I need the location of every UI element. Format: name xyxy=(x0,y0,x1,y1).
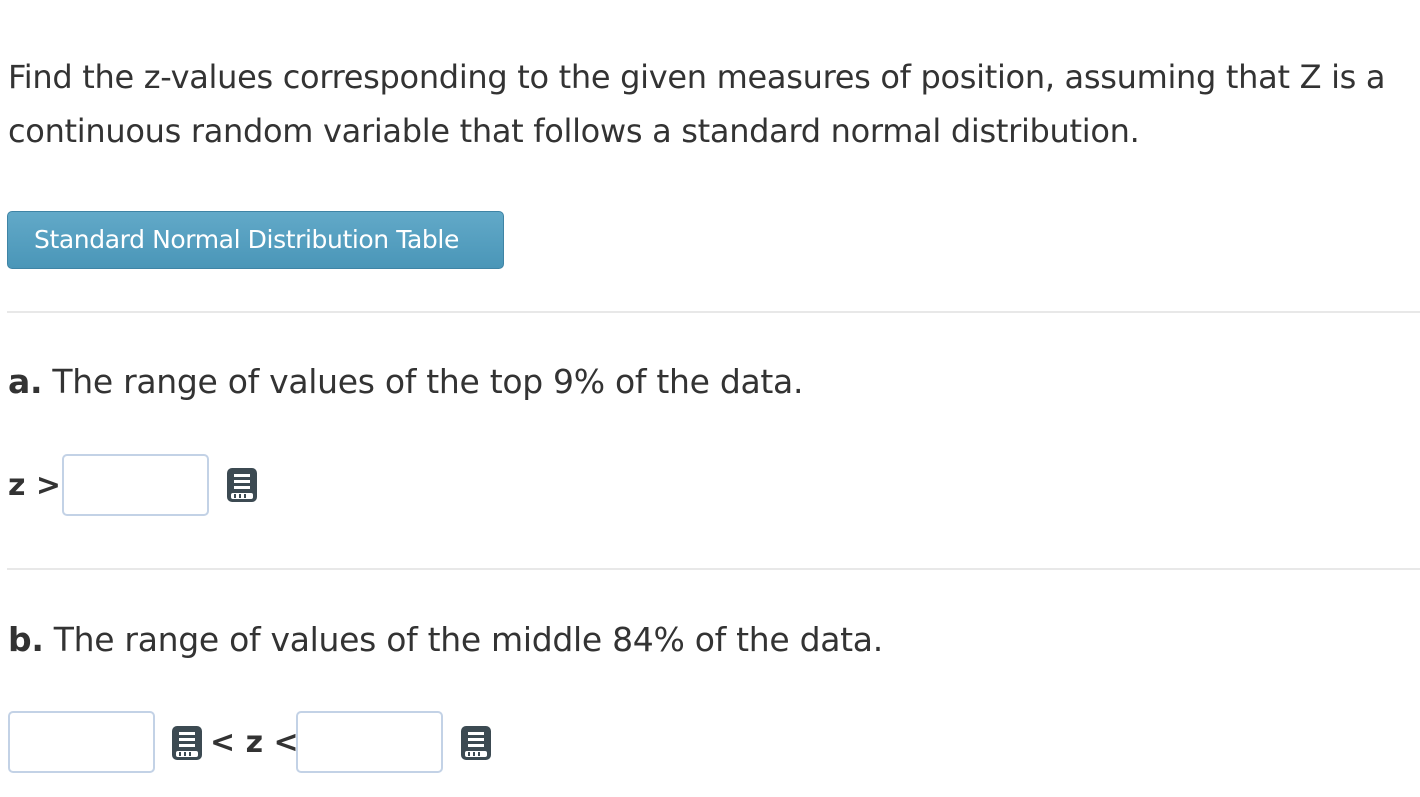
part-b-question: b. The range of values of the middle 84%… xyxy=(8,620,883,660)
question-page: Find the z-values corresponding to the g… xyxy=(0,0,1420,797)
calculator-book-icon[interactable] xyxy=(460,725,492,761)
part-a-answer-input[interactable] xyxy=(62,454,209,516)
part-a-question: a. The range of values of the top 9% of … xyxy=(8,362,803,402)
part-b-lower-input[interactable] xyxy=(8,711,155,773)
part-a-text: The range of values of the top 9% of the… xyxy=(52,362,804,401)
standard-normal-table-button[interactable]: Standard Normal Distribution Table xyxy=(7,211,504,269)
divider xyxy=(7,311,1420,313)
divider xyxy=(7,568,1420,570)
part-a-prefix: a. xyxy=(8,362,43,401)
calculator-book-icon[interactable] xyxy=(226,467,258,503)
question-instructions: Find the z-values corresponding to the g… xyxy=(8,58,1386,150)
calculator-book-icon[interactable] xyxy=(171,725,203,761)
part-a-z-label: z > xyxy=(8,468,62,503)
part-b-upper-input[interactable] xyxy=(296,711,443,773)
part-b-text: The range of values of the middle 84% of… xyxy=(53,620,883,659)
part-b-prefix: b. xyxy=(8,620,44,659)
part-b-z-label: < z < xyxy=(210,725,299,760)
